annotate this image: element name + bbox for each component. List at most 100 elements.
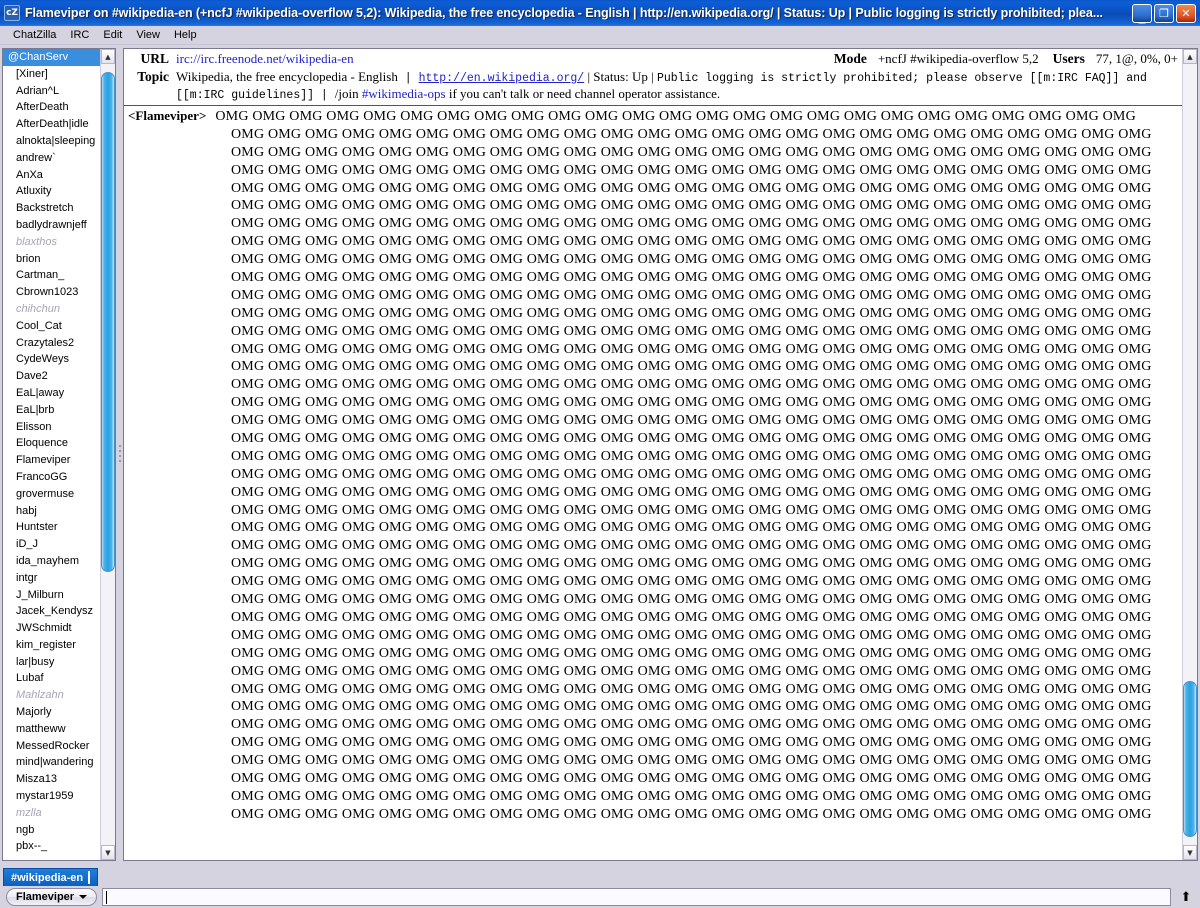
userlist-item[interactable]: mystar1959 xyxy=(3,788,100,805)
channel-url-link[interactable]: irc://irc.freenode.net/wikipedia-en xyxy=(176,51,354,67)
userlist-item[interactable]: Majorly xyxy=(3,704,100,721)
message-text-line: OMG OMG OMG OMG OMG OMG OMG OMG OMG OMG … xyxy=(231,270,1152,286)
userlist-item[interactable]: grovermuse xyxy=(3,486,100,503)
userlist-item[interactable]: Lubaf xyxy=(3,670,100,687)
message-text-line: OMG OMG OMG OMG OMG OMG OMG OMG OMG OMG … xyxy=(231,162,1152,178)
userlist-item[interactable]: [Xiner] xyxy=(3,66,100,83)
menu-irc[interactable]: IRC xyxy=(63,28,96,42)
userlist-item[interactable]: mind|wandering xyxy=(3,754,100,771)
userlist-item[interactable]: blaxthos xyxy=(3,234,100,251)
userlist-item[interactable]: Cartman_ xyxy=(3,267,100,284)
userlist-scroll-down-icon[interactable]: ▼ xyxy=(101,845,115,860)
chat-scroll-track[interactable] xyxy=(1183,64,1197,845)
userlist-item[interactable]: Crazytales2 xyxy=(3,335,100,352)
chat-scroll-up-icon[interactable]: ▲ xyxy=(1183,49,1197,64)
userlist-item[interactable]: badlydrawnjeff xyxy=(3,217,100,234)
userlist-item[interactable]: Eloquence xyxy=(3,435,100,452)
userlist-item[interactable]: AfterDeath|idle xyxy=(3,116,100,133)
tab-wikipedia-en[interactable]: #wikipedia-en xyxy=(3,868,99,886)
userlist-scroll-thumb[interactable] xyxy=(101,71,115,572)
userlist-item[interactable]: Cbrown1023 xyxy=(3,284,100,301)
userlist-item[interactable]: JWSchmidt xyxy=(3,620,100,637)
message-text-line: OMG OMG OMG OMG OMG OMG OMG OMG OMG OMG … xyxy=(231,788,1152,804)
userlist-item[interactable]: AnXa xyxy=(3,167,100,184)
userlist-item[interactable]: AfterDeath xyxy=(3,99,100,116)
menu-view[interactable]: View xyxy=(129,28,167,42)
userlist-item[interactable]: pbx--_ xyxy=(3,838,100,855)
channel-header: URL irc://irc.freenode.net/wikipedia-en … xyxy=(124,49,1182,106)
menu-help[interactable]: Help xyxy=(167,28,204,42)
message-nick[interactable]: <Flameviper> xyxy=(128,108,215,126)
message-text-line: OMG OMG OMG OMG OMG OMG OMG OMG OMG OMG … xyxy=(231,717,1152,733)
userlist-item[interactable]: Huntster xyxy=(3,519,100,536)
userlist-item[interactable]: Adrian^L xyxy=(3,83,100,100)
window-titlebar[interactable]: cZ Flameviper on #wikipedia-en (+ncfJ #w… xyxy=(0,0,1200,26)
message-text-line: OMG OMG OMG OMG OMG OMG OMG OMG OMG OMG … xyxy=(231,198,1152,214)
message-text-line: OMG OMG OMG OMG OMG OMG OMG OMG OMG OMG … xyxy=(231,627,1152,643)
close-button[interactable]: ✕ xyxy=(1176,3,1196,23)
message-input[interactable] xyxy=(102,888,1171,906)
message-continuation-lines: OMG OMG OMG OMG OMG OMG OMG OMG OMG OMG … xyxy=(231,126,1178,824)
userlist-item[interactable]: ida_mayhem xyxy=(3,553,100,570)
userlist-item[interactable]: Misza13 xyxy=(3,771,100,788)
userlist-item[interactable]: lar|busy xyxy=(3,654,100,671)
userlist-item[interactable]: ngb xyxy=(3,822,100,839)
userlist-item[interactable]: intgr xyxy=(3,570,100,587)
channel-mode-users-group: Mode +ncfJ #wikipedia-overflow 5,2 Users… xyxy=(834,51,1178,67)
userlist-item[interactable]: CydeWeys xyxy=(3,351,100,368)
topic-separator-2: | xyxy=(314,89,335,102)
topic-value: Wikipedia, the free encyclopedia - Engli… xyxy=(176,69,1178,103)
channel-header-top-row: URL irc://irc.freenode.net/wikipedia-en … xyxy=(128,51,1178,67)
userlist-panel: @ChanServ [Xiner] Adrian^L AfterDeath AfterD… xyxy=(2,48,116,861)
userlist-item[interactable]: Jacek_Kendysz xyxy=(3,603,100,620)
userlist-scroll-up-icon[interactable]: ▲ xyxy=(101,49,115,64)
userlist-scrollbar[interactable]: ▲ ▼ xyxy=(100,49,115,860)
userlist-item[interactable]: Dave2 xyxy=(3,368,100,385)
userlist-item[interactable]: Backstretch xyxy=(3,200,100,217)
message-text-line: OMG OMG OMG OMG OMG OMG OMG OMG OMG OMG … xyxy=(231,556,1152,572)
message-text-line: OMG OMG OMG OMG OMG OMG OMG OMG OMG OMG … xyxy=(231,126,1152,142)
users-value: 77, 1@, 0%, 0+ xyxy=(1095,51,1178,66)
chat-scroll-thumb[interactable] xyxy=(1183,680,1197,838)
message-text-line: OMG OMG OMG OMG OMG OMG OMG OMG OMG OMG … xyxy=(231,323,1152,339)
userlist-item[interactable]: chihchun xyxy=(3,301,100,318)
userlist-item[interactable]: Elisson xyxy=(3,419,100,436)
userlist-item[interactable]: habj xyxy=(3,503,100,520)
userlist-item[interactable]: MessedRocker xyxy=(3,738,100,755)
menu-edit[interactable]: Edit xyxy=(96,28,129,42)
nick-dropdown-button[interactable]: Flameviper xyxy=(6,888,98,906)
chat-scroll-down-icon[interactable]: ▼ xyxy=(1183,845,1197,860)
userlist-item[interactable]: mattheww xyxy=(3,721,100,738)
menu-chatzilla[interactable]: ChatZilla xyxy=(6,28,63,42)
userlist-item[interactable]: @ChanServ xyxy=(3,49,100,66)
userlist-item[interactable]: EaL|away xyxy=(3,385,100,402)
topic-wikipedia-link[interactable]: http://en.wikipedia.org/ xyxy=(419,72,585,85)
userlist-item[interactable]: andrew` xyxy=(3,150,100,167)
message-text-line: OMG OMG OMG OMG OMG OMG OMG OMG OMG OMG … xyxy=(231,448,1152,464)
message-text-line: OMG OMG OMG OMG OMG OMG OMG OMG OMG OMG … xyxy=(231,144,1152,160)
userlist[interactable]: @ChanServ [Xiner] Adrian^L AfterDeath AfterD… xyxy=(3,49,100,860)
userlist-item[interactable]: iD_J xyxy=(3,536,100,553)
scroll-to-bottom-icon[interactable]: ⬆ xyxy=(1176,888,1196,906)
userlist-item[interactable]: FrancoGG xyxy=(3,469,100,486)
userlist-item[interactable]: alnokta|sleeping xyxy=(3,133,100,150)
userlist-item[interactable]: brion xyxy=(3,251,100,268)
message-text-line: OMG OMG OMG OMG OMG OMG OMG OMG OMG OMG … xyxy=(231,735,1152,751)
channel-url-group: URL irc://irc.freenode.net/wikipedia-en xyxy=(128,51,834,67)
userlist-scroll-track[interactable] xyxy=(101,64,115,845)
message-text-line: OMG OMG OMG OMG OMG OMG OMG OMG OMG OMG … xyxy=(231,359,1152,375)
maximize-button[interactable]: ❐ xyxy=(1154,3,1174,23)
userlist-item[interactable]: EaL|brb xyxy=(3,402,100,419)
panel-splitter[interactable] xyxy=(116,48,123,863)
userlist-item[interactable]: Atluxity xyxy=(3,183,100,200)
userlist-item[interactable]: Flameviper xyxy=(3,452,100,469)
minimize-button[interactable]: _ xyxy=(1132,3,1152,23)
topic-wikimedia-ops-link[interactable]: #wikimedia-ops xyxy=(362,86,446,101)
userlist-item[interactable]: mzlla xyxy=(3,805,100,822)
userlist-item[interactable]: kim_register xyxy=(3,637,100,654)
message-text-line: OMG OMG OMG OMG OMG OMG OMG OMG OMG OMG … xyxy=(231,645,1152,661)
userlist-item[interactable]: J_Milburn xyxy=(3,587,100,604)
userlist-item[interactable]: Cool_Cat xyxy=(3,318,100,335)
chat-scrollbar[interactable]: ▲ ▼ xyxy=(1182,49,1197,860)
userlist-item[interactable]: Mahlzahn xyxy=(3,687,100,704)
